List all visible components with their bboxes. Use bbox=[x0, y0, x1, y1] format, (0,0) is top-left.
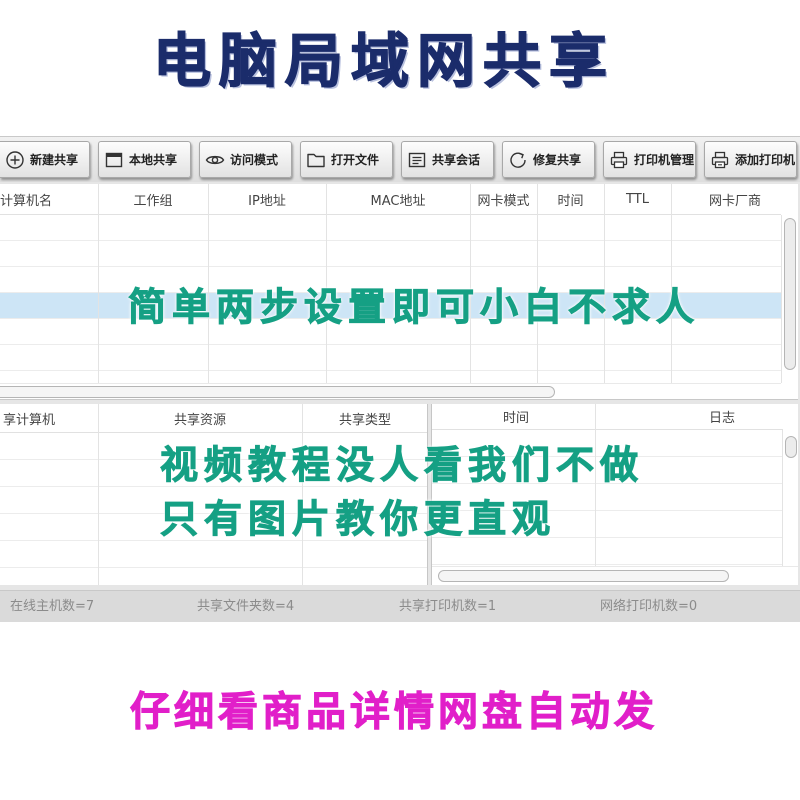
printer-add-icon bbox=[710, 150, 730, 170]
plus-circle-icon bbox=[5, 150, 25, 170]
shares-table: 享计算机 共享资源 共享类型 bbox=[0, 404, 428, 585]
column-header-log-time[interactable]: 时间 bbox=[437, 404, 595, 429]
log-row[interactable] bbox=[432, 538, 783, 565]
status-bar: 在线主机数=7 共享文件夹数=4 共享打印机数=1 网络打印机数=0 bbox=[0, 590, 800, 622]
log-table-header: 时间 日志 bbox=[432, 404, 783, 430]
column-divider bbox=[98, 184, 99, 383]
promo-overlay-line: 简单两步设置即可小白不求人 bbox=[127, 285, 701, 329]
host-row[interactable] bbox=[0, 241, 781, 267]
eye-icon bbox=[205, 150, 225, 170]
status-online-hosts: 在线主机数=7 bbox=[10, 599, 95, 614]
status-shared-folders: 共享文件夹数=4 bbox=[197, 599, 295, 614]
column-divider bbox=[671, 184, 672, 383]
app-window: 新建共享 本地共享 访问模式 打开文件 共享会话 修复共享 打印机管理 添加打印… bbox=[0, 136, 800, 622]
scrollbar-thumb[interactable] bbox=[785, 436, 797, 458]
promo-footer: 仔细看商品详情网盘自动发 bbox=[130, 689, 658, 735]
column-divider bbox=[537, 184, 538, 383]
column-header-mac[interactable]: MAC地址 bbox=[326, 184, 470, 214]
document-icon bbox=[407, 150, 427, 170]
new-share-button[interactable]: 新建共享 bbox=[0, 141, 90, 178]
column-divider bbox=[604, 184, 605, 383]
local-share-button[interactable]: 本地共享 bbox=[98, 141, 191, 178]
local-share-label: 本地共享 bbox=[129, 153, 178, 167]
column-divider bbox=[208, 184, 209, 383]
printer-manage-label: 打印机管理 bbox=[634, 153, 695, 167]
column-header-share-type[interactable]: 共享类型 bbox=[302, 404, 427, 432]
share-sessions-button[interactable]: 共享会话 bbox=[401, 141, 494, 178]
column-header-share-computer[interactable]: 享计算机 bbox=[0, 404, 58, 432]
page-title: 电脑局域网共享 bbox=[152, 27, 616, 95]
printer-icon bbox=[609, 150, 629, 170]
repair-share-label: 修复共享 bbox=[533, 153, 582, 167]
scrollbar-thumb[interactable] bbox=[784, 218, 796, 370]
status-shared-printers: 共享打印机数=1 bbox=[399, 599, 497, 614]
host-row[interactable] bbox=[0, 345, 781, 371]
column-header-ttl[interactable]: TTL bbox=[604, 184, 671, 214]
column-header-computer-name[interactable]: 计算机名 bbox=[0, 184, 52, 214]
column-header-log[interactable]: 日志 bbox=[661, 404, 783, 429]
toolbar: 新建共享 本地共享 访问模式 打开文件 共享会话 修复共享 打印机管理 添加打印… bbox=[0, 136, 800, 182]
column-header-workgroup[interactable]: 工作组 bbox=[98, 184, 208, 214]
open-file-label: 打开文件 bbox=[331, 153, 380, 167]
hosts-table-header: 计算机名 工作组 IP地址 MAC地址 网卡模式 时间 TTL 网卡厂商 bbox=[0, 184, 781, 215]
host-row[interactable] bbox=[0, 215, 781, 241]
column-header-nic-vendor[interactable]: 网卡厂商 bbox=[690, 184, 780, 214]
column-header-nic-mode[interactable]: 网卡模式 bbox=[470, 184, 537, 214]
window-icon bbox=[104, 150, 124, 170]
scrollbar-thumb[interactable] bbox=[438, 570, 729, 582]
repair-share-button[interactable]: 修复共享 bbox=[502, 141, 595, 178]
add-printer-label: 添加打印机 bbox=[735, 153, 796, 167]
column-divider bbox=[326, 184, 327, 383]
hosts-vertical-scrollbar[interactable] bbox=[781, 215, 798, 383]
hosts-horizontal-scrollbar[interactable] bbox=[0, 383, 781, 399]
shares-table-header: 享计算机 共享资源 共享类型 bbox=[0, 404, 427, 433]
column-divider bbox=[470, 184, 471, 383]
refresh-icon bbox=[508, 150, 528, 170]
column-header-share-resource[interactable]: 共享资源 bbox=[98, 404, 302, 432]
log-horizontal-scrollbar[interactable] bbox=[432, 566, 798, 585]
open-file-button[interactable]: 打开文件 bbox=[300, 141, 393, 178]
add-printer-button[interactable]: 添加打印机 bbox=[704, 141, 797, 178]
column-divider bbox=[302, 404, 303, 585]
column-header-ip[interactable]: IP地址 bbox=[208, 184, 326, 214]
column-divider bbox=[98, 404, 99, 585]
access-mode-label: 访问模式 bbox=[230, 153, 279, 167]
column-header-time[interactable]: 时间 bbox=[537, 184, 604, 214]
promo-overlay-line: 视频教程没人看我们不做 bbox=[159, 443, 645, 487]
log-table: 时间 日志 bbox=[431, 404, 798, 585]
promo-overlay-line: 只有图片教你更直观 bbox=[159, 497, 557, 541]
access-mode-button[interactable]: 访问模式 bbox=[199, 141, 292, 178]
status-network-printers: 网络打印机数=0 bbox=[600, 599, 698, 614]
printer-manage-button[interactable]: 打印机管理 bbox=[603, 141, 696, 178]
share-sessions-label: 共享会话 bbox=[432, 153, 481, 167]
log-vertical-scrollbar[interactable] bbox=[782, 430, 798, 566]
new-share-label: 新建共享 bbox=[30, 153, 79, 167]
share-row[interactable] bbox=[0, 541, 427, 568]
scrollbar-thumb[interactable] bbox=[0, 386, 555, 398]
folder-icon bbox=[306, 150, 326, 170]
